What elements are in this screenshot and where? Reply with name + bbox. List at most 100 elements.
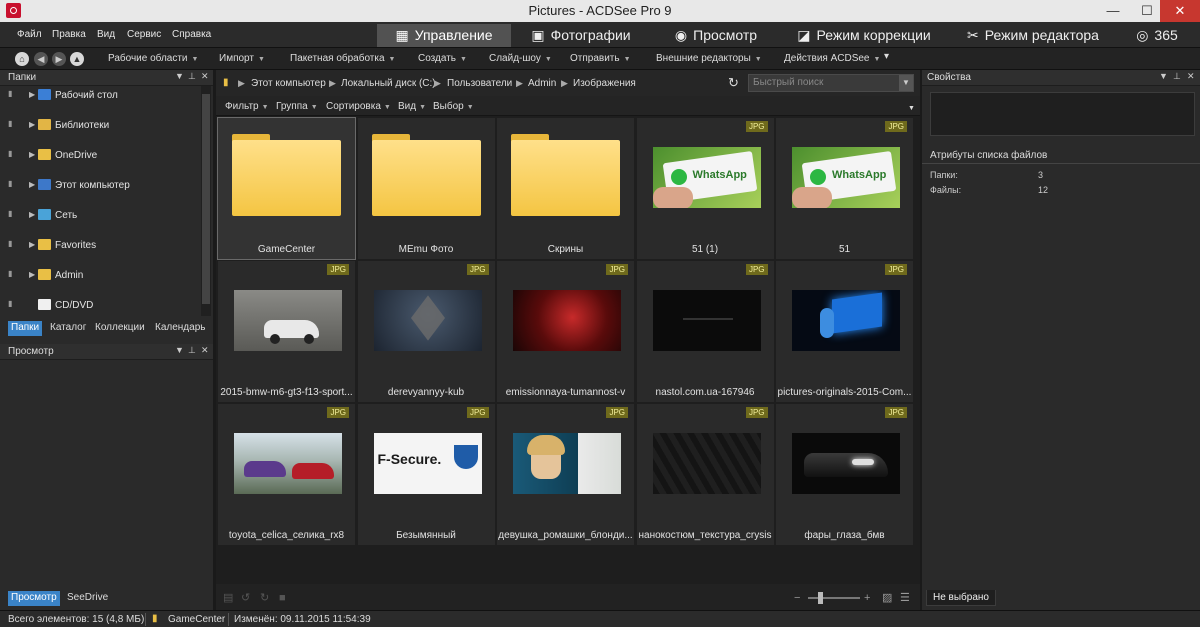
breadcrumb-item[interactable]: Этот компьютер xyxy=(251,78,326,89)
panel-close-icon[interactable]: ✕ xyxy=(201,345,209,356)
image-thumbnail[interactable]: JPG emissionnaya-tumannost-v xyxy=(497,261,634,402)
workspaces-menu[interactable]: Рабочие области ▼ xyxy=(108,53,198,64)
tab-folders[interactable]: Папки xyxy=(8,321,43,336)
menu-file[interactable]: Файл xyxy=(17,29,42,40)
external-editors-menu[interactable]: Внешние редакторы ▼ xyxy=(656,53,762,64)
close-button[interactable]: ✕ xyxy=(1160,0,1200,22)
path-chevron-icon[interactable]: ▶ xyxy=(434,78,441,89)
pin-icon[interactable]: ▮ xyxy=(8,149,12,158)
folder-tree-item[interactable]: ▮ ▶ Этот компьютер xyxy=(0,176,200,196)
tab-catalog[interactable]: Каталог xyxy=(47,321,89,336)
zoom-slider[interactable] xyxy=(808,592,860,604)
menu-edit[interactable]: Правка xyxy=(52,29,86,40)
scroll-thumb[interactable] xyxy=(202,94,210,304)
tab-not-selected[interactable]: Не выбрано xyxy=(926,590,996,606)
menu-view[interactable]: Вид xyxy=(97,29,115,40)
image-thumbnail[interactable]: JPG F-Secure. Безымянный xyxy=(357,404,495,545)
breadcrumb-item[interactable]: Изображения xyxy=(573,78,636,89)
image-thumbnail[interactable]: JPG nastol.com.ua-167946 xyxy=(636,261,774,402)
mode-develop-tab[interactable]: ◪ Режим коррекции xyxy=(784,24,944,47)
path-folder-icon[interactable]: ▮ xyxy=(223,77,229,88)
expand-icon[interactable]: ▶ xyxy=(29,150,35,159)
sort-menu[interactable]: Сортировка ▼ xyxy=(326,101,391,112)
path-chevron-icon[interactable]: ▶ xyxy=(516,78,523,89)
tab-preview[interactable]: Просмотр xyxy=(8,591,60,606)
pin-icon[interactable]: ▮ xyxy=(8,119,12,128)
folder-thumbnail[interactable]: Скрины xyxy=(497,118,634,259)
rotate-right-icon[interactable]: ↻ xyxy=(260,592,272,604)
maximize-button[interactable]: ☐ xyxy=(1130,0,1164,22)
image-thumbnail[interactable]: JPG нанокостюм_текстура_crysis xyxy=(636,404,774,545)
pin-icon[interactable]: ▮ xyxy=(8,299,12,308)
image-thumbnail[interactable]: JPG toyota_celica_селика_rx8 xyxy=(218,404,355,545)
folders-scrollbar[interactable] xyxy=(201,86,211,316)
folder-tree-item[interactable]: ▮ ▶ Рабочий стол xyxy=(0,86,200,106)
tab-seedrive[interactable]: SeeDrive xyxy=(64,591,111,606)
stop-icon[interactable]: ■ xyxy=(279,592,291,604)
slideshow-menu[interactable]: Слайд-шоу ▼ xyxy=(489,53,552,64)
expand-icon[interactable]: ▶ xyxy=(29,270,35,279)
folder-tree-item[interactable]: ▮ ▶ OneDrive xyxy=(0,146,200,166)
pin-icon[interactable]: ▮ xyxy=(8,269,12,278)
panel-menu-icon[interactable]: ▼ xyxy=(1159,71,1168,81)
menu-help[interactable]: Справка xyxy=(172,29,211,40)
pin-icon[interactable]: ⊥ xyxy=(188,345,196,356)
pin-icon[interactable]: ▮ xyxy=(8,239,12,248)
tab-calendar[interactable]: Календарь xyxy=(152,321,208,336)
expand-icon[interactable]: ▶ xyxy=(29,210,35,219)
breadcrumb-item[interactable]: Пользователи xyxy=(447,78,512,89)
zoom-in-icon[interactable]: + xyxy=(864,592,876,604)
path-chevron-icon[interactable]: ▶ xyxy=(561,78,568,89)
image-thumbnail[interactable]: JPG WhatsApp 51 xyxy=(776,118,913,259)
path-chevron-icon[interactable]: ▶ xyxy=(329,78,336,89)
panel-menu-icon[interactable]: ▼ xyxy=(175,71,184,81)
select-menu[interactable]: Выбор ▼ xyxy=(433,101,474,112)
mode-edit-tab[interactable]: ✂ Режим редактора xyxy=(947,24,1119,47)
breadcrumb-item[interactable]: Локальный диск (C:) xyxy=(341,78,436,89)
image-thumbnail[interactable]: JPG derevyannyy-kub xyxy=(357,261,495,402)
acdsee-actions-menu[interactable]: Действия ACDSee ▼ xyxy=(784,53,880,64)
path-chevron-icon[interactable]: ▶ xyxy=(238,78,245,89)
folder-thumbnail[interactable]: MEmu Фото xyxy=(357,118,495,259)
mode-view-tab[interactable]: ◉ Просмотр xyxy=(651,24,781,47)
folder-tree-item[interactable]: ▮ CD/DVD xyxy=(0,296,200,316)
image-view-icon[interactable]: ▨ xyxy=(882,592,894,604)
refresh-icon[interactable]: ↻ xyxy=(728,75,739,91)
rotate-left-icon[interactable]: ↺ xyxy=(241,592,253,604)
pin-icon[interactable]: ▮ xyxy=(8,89,12,98)
image-thumbnail[interactable]: JPG фары_глаза_бмв xyxy=(776,404,913,545)
toolbar-overflow-icon[interactable]: ▾ xyxy=(884,51,889,62)
filter-menu[interactable]: Фильтр ▼ xyxy=(225,101,269,112)
batch-menu[interactable]: Пакетная обработка ▼ xyxy=(290,53,395,64)
breadcrumb-item[interactable]: Admin xyxy=(528,78,556,89)
details-view-icon[interactable]: ☰ xyxy=(900,592,912,604)
panel-close-icon[interactable]: ✕ xyxy=(1187,71,1195,82)
send-menu[interactable]: Отправить ▼ xyxy=(570,53,631,64)
panel-menu-icon[interactable]: ▼ xyxy=(175,345,184,355)
up-icon[interactable]: ▲ xyxy=(70,52,84,66)
pin-icon[interactable]: ⊥ xyxy=(1173,71,1181,82)
pin-icon[interactable]: ⊥ xyxy=(188,71,196,82)
folder-tree-item[interactable]: ▮ ▶ Favorites xyxy=(0,236,200,256)
save-icon[interactable]: ▤ xyxy=(223,592,235,604)
menu-tools[interactable]: Сервис xyxy=(127,29,161,40)
back-icon[interactable]: ◀ xyxy=(34,52,48,66)
mode-photos-tab[interactable]: ▣ Фотографии xyxy=(514,24,648,47)
tab-collections[interactable]: Коллекции xyxy=(92,321,148,336)
expand-icon[interactable]: ▶ xyxy=(29,120,35,129)
import-menu[interactable]: Импорт ▼ xyxy=(219,53,265,64)
image-thumbnail[interactable]: JPG pictures-originals-2015-Com... xyxy=(776,261,913,402)
minimize-button[interactable]: — xyxy=(1096,0,1130,22)
folder-tree-item[interactable]: ▮ ▶ Admin xyxy=(0,266,200,286)
image-thumbnail[interactable]: JPG WhatsApp 51 (1) xyxy=(636,118,774,259)
search-dropdown-icon[interactable]: ▼ xyxy=(899,75,913,91)
group-menu[interactable]: Группа ▼ xyxy=(276,101,318,112)
mode-365-tab[interactable]: ◎ 365 xyxy=(1122,24,1192,47)
quick-search-input[interactable]: Быстрый поиск ▼ xyxy=(748,74,914,92)
forward-icon[interactable]: ▶ xyxy=(52,52,66,66)
pin-icon[interactable]: ▮ xyxy=(8,209,12,218)
create-menu[interactable]: Создать ▼ xyxy=(418,53,467,64)
home-icon[interactable]: ⌂ xyxy=(15,52,29,66)
pin-icon[interactable]: ▮ xyxy=(8,179,12,188)
panel-close-icon[interactable]: ✕ xyxy=(201,71,209,82)
